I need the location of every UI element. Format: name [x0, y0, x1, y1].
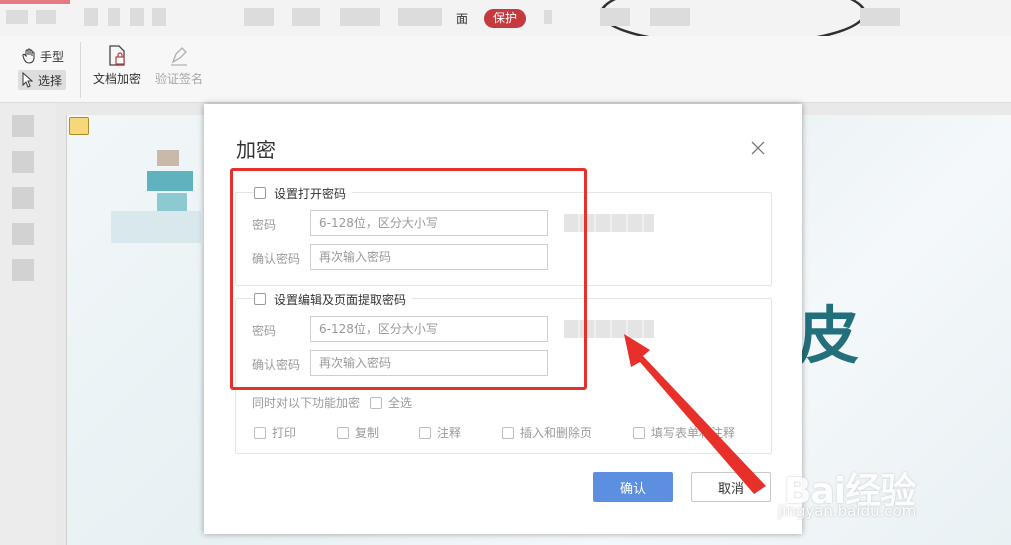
open-password-group	[235, 192, 772, 286]
select-all-label: 全选	[388, 396, 413, 410]
open-password-checkbox-label: 设置打开密码	[274, 186, 347, 201]
select-all-checkbox[interactable]	[370, 396, 383, 409]
hand-tool-button[interactable]: 手型	[18, 46, 68, 66]
document-encrypt-label: 文档加密	[92, 72, 141, 86]
blurred-title-text	[36, 10, 56, 24]
blurred-title-text	[650, 8, 690, 26]
baidu-watermark: Bai经验 jingyan.baidu.com	[778, 456, 968, 526]
edit-password-checkbox[interactable]	[254, 293, 266, 305]
permission-annotate-label: 注释	[437, 426, 462, 440]
permission-insert-delete-label: 插入和删除页	[520, 426, 593, 440]
title-bar: 面 保护	[0, 0, 1011, 46]
permission-annotate-checkbox[interactable]	[419, 426, 431, 439]
permission-annotate-option[interactable]: 注释	[419, 424, 461, 441]
cursor-arrow-icon	[22, 72, 34, 88]
edit-password-checkbox-label: 设置编辑及页面提取密码	[274, 292, 407, 307]
permission-print-option[interactable]: 打印	[254, 424, 296, 441]
permission-fill-form-checkbox[interactable]	[633, 426, 645, 439]
cancel-button[interactable]: 取消	[691, 472, 771, 502]
password-strength-indicator	[564, 214, 654, 232]
edit-password-label: 密码	[252, 324, 277, 338]
blurred-title-text	[130, 8, 144, 26]
panel-icon[interactable]	[12, 187, 34, 209]
blurred-title-text	[6, 10, 28, 24]
edit-password-toggle[interactable]: 设置编辑及页面提取密码	[254, 291, 413, 307]
dialog-title: 加密	[236, 138, 276, 162]
select-tool-label: 选择	[38, 73, 63, 88]
permission-insert-delete-option[interactable]: 插入和删除页	[502, 424, 592, 441]
blurred-image	[157, 150, 179, 166]
permission-copy-option[interactable]: 复制	[337, 424, 379, 441]
thumbnail-panel	[0, 103, 56, 545]
blurred-title-text	[544, 10, 552, 24]
blurred-title-text	[398, 8, 442, 26]
open-password-input[interactable]	[310, 210, 548, 236]
blurred-title-text	[292, 8, 320, 26]
protect-tab[interactable]: 保护	[484, 9, 526, 28]
toolbar-divider	[80, 42, 81, 98]
permission-copy-label: 复制	[355, 426, 380, 440]
blurred-title-text	[600, 8, 630, 26]
edit-confirm-input[interactable]	[310, 350, 548, 376]
verify-signature-label: 验证签名	[154, 72, 203, 86]
function-encrypt-label: 同时对以下功能加密	[252, 396, 361, 410]
hand-tool-label: 手型	[40, 49, 65, 64]
active-tab-indicator	[0, 0, 70, 4]
document-lock-icon	[109, 45, 125, 66]
permission-print-checkbox[interactable]	[254, 426, 266, 439]
close-icon[interactable]	[748, 138, 768, 158]
edit-confirm-label: 确认密码	[252, 358, 301, 372]
blurred-title-text	[84, 8, 98, 26]
open-confirm-input[interactable]	[310, 244, 548, 270]
pen-signature-icon	[171, 47, 187, 66]
comment-icon[interactable]	[69, 117, 89, 135]
edit-password-input[interactable]	[310, 316, 548, 342]
function-encrypt-row: 同时对以下功能加密 全选	[252, 394, 412, 411]
blurred-title-text	[108, 8, 120, 26]
protect-toolbar: 手型 选择 文档加密 验证签名	[0, 36, 1011, 103]
blurred-title-text	[340, 8, 380, 26]
hand-icon	[22, 48, 35, 64]
open-password-checkbox[interactable]	[254, 187, 266, 199]
panel-icon[interactable]	[12, 259, 34, 281]
confirm-button[interactable]: 确认	[593, 472, 673, 502]
document-encrypt-button[interactable]: 文档加密	[86, 44, 148, 87]
verify-signature-button[interactable]: 验证签名	[148, 44, 210, 87]
page-heading-fragment: 皮	[797, 299, 860, 372]
encrypt-dialog: 加密 设置打开密码 密码 确认密码 设置编辑及页面提取密码 密码 确认密码 同时…	[204, 104, 802, 534]
permission-fill-form-label: 填写表单和注释	[651, 426, 736, 440]
permission-fill-form-option[interactable]: 填写表单和注释	[633, 424, 735, 441]
blurred-title-text	[244, 8, 274, 26]
open-password-label: 密码	[252, 218, 277, 232]
blurred-title-text	[152, 8, 166, 26]
open-confirm-label: 确认密码	[252, 252, 301, 266]
panel-icon[interactable]	[12, 151, 34, 173]
blurred-image	[147, 171, 193, 191]
permission-insert-delete-checkbox[interactable]	[502, 426, 514, 439]
select-tool-button[interactable]: 选择	[18, 70, 67, 90]
tab-label[interactable]: 面	[456, 10, 468, 27]
open-password-toggle[interactable]: 设置打开密码	[254, 185, 353, 201]
permission-print-label: 打印	[272, 426, 297, 440]
panel-icon[interactable]	[12, 223, 34, 245]
blurred-title-text	[860, 8, 900, 26]
blurred-image	[111, 211, 201, 243]
password-strength-indicator	[564, 320, 654, 338]
panel-icon[interactable]	[12, 115, 34, 137]
permission-copy-checkbox[interactable]	[337, 426, 349, 439]
select-all-option[interactable]: 全选	[370, 394, 412, 411]
blurred-image	[157, 193, 187, 211]
watermark-url: jingyan.baidu.com	[778, 502, 917, 520]
